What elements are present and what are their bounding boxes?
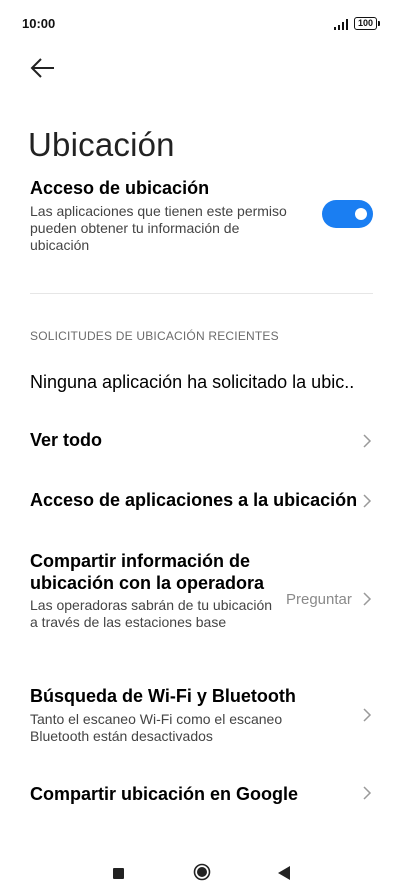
status-time: 10:00	[22, 16, 56, 31]
no-recent-requests-text: Ninguna aplicación ha solicitado la ubic…	[30, 372, 355, 392]
carrier-location-sharing-title: Compartir información de ubicación con l…	[30, 551, 265, 593]
chevron-right-icon	[363, 494, 372, 508]
location-access-title: Acceso de ubicación	[30, 178, 210, 198]
chevron-right-icon	[363, 434, 372, 448]
chevron-right-icon	[363, 592, 372, 606]
see-all-label: Ver todo	[30, 430, 103, 450]
wifi-bluetooth-scanning-item[interactable]: Búsqueda de Wi-Fi y Bluetooth Tanto el e…	[0, 676, 403, 752]
wifi-bluetooth-scanning-subtitle: Tanto el escaneo Wi-Fi como el escaneo B…	[30, 711, 283, 744]
signal-icon	[334, 19, 348, 30]
chevron-right-icon	[363, 786, 372, 800]
no-recent-requests-item: Ninguna aplicación ha solicitado la ubic…	[0, 360, 403, 404]
location-access-toggle[interactable]	[322, 200, 373, 228]
battery-level: 100	[357, 18, 374, 28]
page-title: Ubicación	[28, 126, 175, 164]
app-location-access-label: Acceso de aplicaciones a la ubicación	[30, 490, 358, 510]
google-location-sharing-item[interactable]: Compartir ubicación en Google	[0, 772, 403, 816]
carrier-location-sharing-value: Preguntar	[286, 591, 352, 608]
app-location-access-item[interactable]: Acceso de aplicaciones a la ubicación	[0, 478, 403, 522]
carrier-location-sharing-subtitle: Las operadoras sabrán de tu ubicación a …	[30, 597, 273, 630]
triangle-back-icon[interactable]	[277, 865, 291, 881]
google-location-sharing-label: Compartir ubicación en Google	[30, 784, 299, 804]
wifi-bluetooth-scanning-title: Búsqueda de Wi-Fi y Bluetooth	[30, 686, 296, 706]
square-icon[interactable]	[113, 868, 124, 879]
battery-icon: 100	[354, 17, 380, 30]
section-label-recent-requests: SOLICITUDES DE UBICACIÓN RECIENTES	[30, 329, 279, 343]
see-all-item[interactable]: Ver todo	[0, 418, 403, 462]
status-bar: 10:00 100	[0, 0, 403, 48]
chevron-right-icon	[363, 708, 372, 722]
back-arrow-icon[interactable]	[26, 54, 60, 82]
circle-icon[interactable]	[193, 863, 211, 881]
toggle-knob	[355, 208, 367, 220]
location-access-subtitle: Las aplicaciones que tienen este permiso…	[30, 203, 287, 253]
divider	[30, 293, 373, 294]
